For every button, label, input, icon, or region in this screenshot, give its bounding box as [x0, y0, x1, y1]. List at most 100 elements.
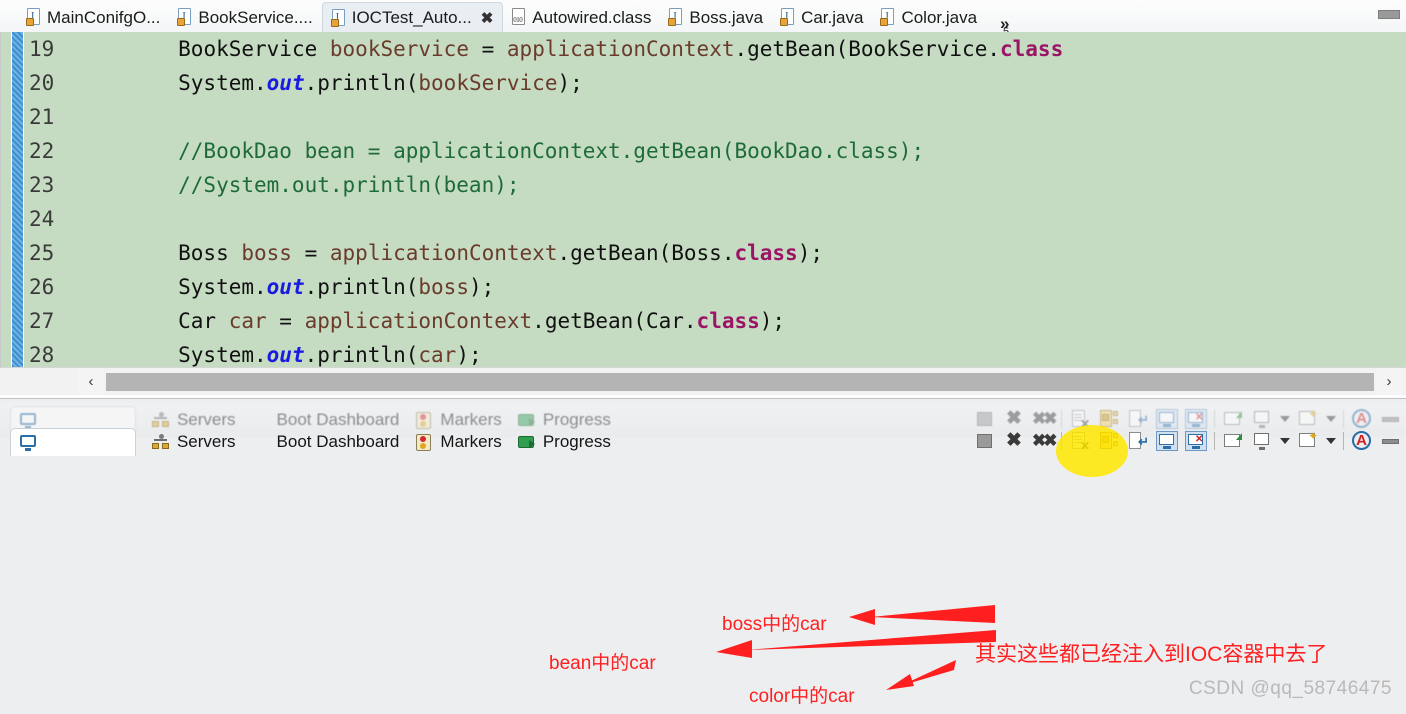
view-tab-label: Servers [176, 432, 236, 451]
new-window-icon[interactable]: ✦ [1297, 408, 1319, 429]
java-file-icon: J [780, 8, 795, 26]
java-file-icon: J [668, 8, 683, 26]
stop-icon[interactable] [974, 409, 996, 429]
editor-tab-label: IOCTest_Auto... [351, 8, 472, 27]
editor-tab-car-java[interactable]: J Car.java [772, 2, 872, 32]
toolbar-separator [1214, 432, 1215, 450]
annotation-color-car: color中的car [749, 686, 855, 707]
code-line: 28 System.out.println(car); [25, 338, 1406, 367]
arrow-to-bean-line [716, 630, 996, 658]
x-icon[interactable]: ✖ [1003, 431, 1025, 451]
alert-a-icon[interactable]: A [1351, 431, 1373, 451]
editor-tab-bar: J MainConifgO... J BookService.... J IOCTest_… [0, 0, 1406, 38]
open-console-icon[interactable]: ✕ [1185, 409, 1207, 429]
code-line: 24 [25, 202, 1406, 236]
boot-dashboard-icon [252, 434, 271, 451]
scroll-left-button[interactable]: ‹ [78, 368, 104, 395]
scrollbar-thumb[interactable] [106, 372, 1374, 391]
alert-a-icon[interactable]: A [1351, 409, 1373, 429]
view-tab-markers[interactable]: Markers [415, 432, 502, 452]
xx-icon[interactable]: ✖✖ [1032, 431, 1058, 451]
code-line: 20 System.out.println(bookService); [25, 66, 1406, 100]
minimize-icon[interactable] [1380, 431, 1402, 451]
editor-tab-label: Car.java [801, 7, 864, 27]
monitor-icon[interactable] [1251, 409, 1273, 429]
editor-tab-ioctest-auto[interactable]: J IOCTest_Auto... ✖ [321, 2, 504, 32]
line-number: 22 [29, 139, 55, 163]
line-number: 27 [29, 309, 55, 333]
java-file-icon: J [26, 8, 41, 26]
chevron-down-icon[interactable] [1326, 416, 1336, 422]
display-console-icon[interactable] [1156, 409, 1178, 429]
editor-tab-mainconifgo[interactable]: J MainConifgO... [18, 2, 169, 32]
view-tab-boot-dashboard[interactable]: Boot Dashboard [252, 432, 400, 452]
class-file-icon: 010 [511, 8, 526, 26]
editor-annotation-ruler[interactable] [11, 32, 24, 367]
pin-console-icon[interactable]: ↵ [1127, 409, 1149, 429]
annotation-bean-car: bean中的car [549, 653, 656, 674]
code-line: 23 //System.out.println(bean); [25, 168, 1406, 202]
code-line: 27 Car car = applicationContext.getBean(… [25, 304, 1406, 338]
click-highlight [1056, 425, 1128, 477]
java-file-icon: J [330, 8, 346, 27]
annotation-ioc-note: 其实这些都已经注入到IOC容器中去了 [975, 643, 1328, 666]
code-line-text: System.out.println(boss); [77, 275, 495, 299]
x-icon[interactable]: ✖ [1003, 409, 1025, 429]
code-line-text: Boss boss = applicationContext.getBean(B… [77, 241, 823, 265]
editor-horizontal-scrollbar[interactable]: ‹ › [0, 367, 1406, 395]
toolbar-separator [1214, 410, 1215, 428]
chevron-down-icon[interactable] [1326, 438, 1336, 444]
code-line: 19 BookService bookService = application… [25, 32, 1406, 66]
editor-tab-boss-java[interactable]: J Boss.java [660, 2, 772, 32]
line-number: 24 [29, 207, 55, 231]
editor-tab-bookservice[interactable]: J BookService.... [169, 2, 321, 32]
new-console-icon[interactable] [1222, 431, 1244, 451]
editor-tab-autowired-class[interactable]: 010 Autowired.class [503, 2, 660, 32]
monitor-icon[interactable] [1251, 431, 1273, 451]
minimize-icon[interactable] [1380, 409, 1402, 429]
chevron-down-icon[interactable] [1280, 416, 1290, 422]
code-line-text: System.out.println(car); [77, 343, 482, 367]
toolbar-separator [1343, 432, 1344, 450]
eclipse-ide-window: J MainConifgO... J BookService.... J IOCTest_… [0, 0, 1406, 714]
scroll-right-button[interactable]: › [1376, 368, 1402, 395]
view-tab-console[interactable]: Console ✖ [10, 428, 136, 456]
pin-console-icon[interactable]: ↵ [1127, 431, 1149, 451]
code-line-text: System.out.println(bookService); [77, 71, 583, 95]
xx-icon[interactable]: ✖✖ [1032, 409, 1058, 429]
view-tab-label: Progress [542, 432, 611, 451]
view-tab-label: Boot Dashboard [276, 432, 400, 451]
line-number: 21 [29, 105, 55, 129]
editor-tab-label: Color.java [901, 7, 978, 27]
markers-icon [415, 433, 434, 451]
editor-tab-color-java[interactable]: J Color.java [872, 2, 986, 32]
new-console-icon[interactable] [1222, 409, 1244, 429]
toolbar-separator [1343, 410, 1344, 428]
arrow-to-color-line [886, 660, 956, 690]
view-tab-label: Console [44, 432, 107, 451]
display-console-icon[interactable] [1156, 431, 1178, 451]
stop-icon[interactable] [974, 431, 996, 451]
line-number: 19 [29, 37, 55, 61]
open-console-icon[interactable]: ✕ [1185, 431, 1207, 451]
close-icon[interactable]: ✖ [114, 433, 127, 451]
code-line: 26 System.out.println(boss); [25, 270, 1406, 304]
code-line-text: BookService bookService = applicationCon… [178, 37, 1064, 61]
editor-minimize-button[interactable] [1378, 10, 1400, 19]
editor-tab-label: BookService.... [198, 7, 313, 27]
editor-tab-label: Autowired.class [532, 7, 652, 27]
code-line-text: //BookDao bean = applicationContext.getB… [77, 139, 925, 163]
java-file-icon: J [177, 8, 192, 26]
line-number: 25 [29, 241, 55, 265]
new-window-icon[interactable]: ✦ [1297, 430, 1319, 451]
tab-overflow-chevron[interactable]: » 5 [1000, 15, 1009, 38]
chevron-down-icon[interactable] [1280, 438, 1290, 444]
line-number: 28 [29, 343, 55, 367]
code-editor[interactable]: 19 BookService bookService = application… [0, 32, 1406, 367]
line-number: 26 [29, 275, 55, 299]
view-tab-label: Markers [440, 432, 502, 451]
close-icon[interactable]: ✖ [481, 9, 494, 27]
view-tab-servers[interactable]: Servers [151, 432, 236, 452]
view-tab-progress[interactable]: Progress [517, 432, 611, 452]
code-text-area[interactable]: 19 BookService bookService = application… [25, 32, 1406, 367]
